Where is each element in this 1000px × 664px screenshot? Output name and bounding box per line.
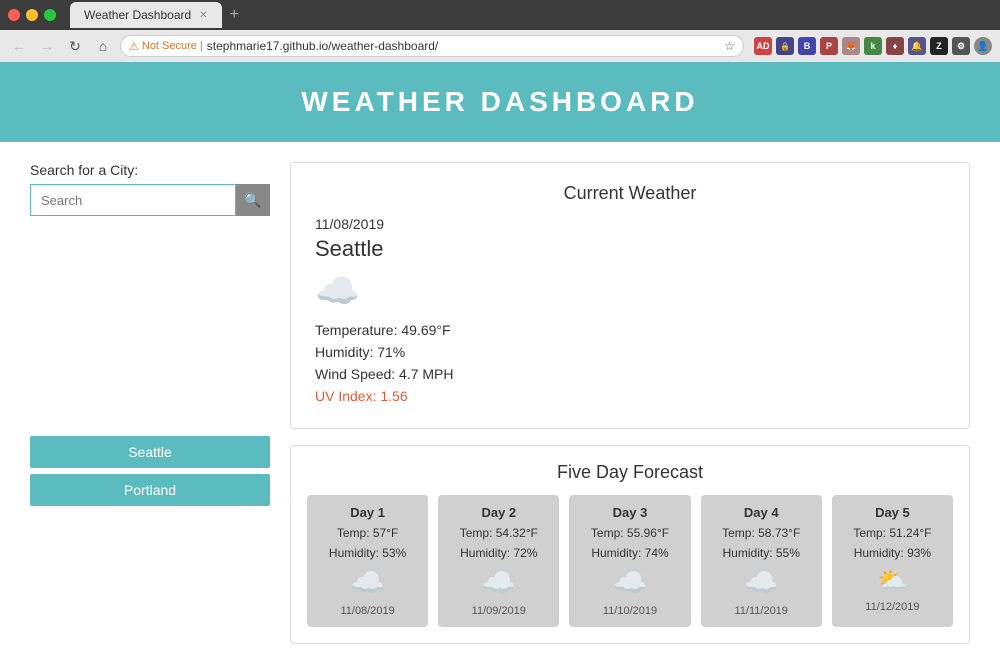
day2-icon: ☁️	[481, 566, 516, 599]
ext-icon-7[interactable]: ♦	[886, 37, 904, 55]
minimize-dot[interactable]	[26, 9, 38, 21]
nav-bar: ← → ↻ ⌂ ⚠ Not Secure | stephmarie17.gith…	[0, 30, 1000, 62]
tab-title: Weather Dashboard	[84, 8, 191, 22]
left-panel: Search for a City: 🔍 Seattle Portland	[30, 162, 270, 644]
day2-date: 11/09/2019	[472, 605, 526, 617]
security-badge: ⚠ Not Secure |	[129, 40, 203, 53]
maximize-dot[interactable]	[44, 9, 56, 21]
right-panel: Current Weather 11/08/2019 Seattle ☁️ Te…	[290, 162, 970, 644]
new-tab-button[interactable]: +	[230, 6, 239, 24]
day5-icon: ⛅	[877, 566, 907, 595]
home-button[interactable]: ⌂	[92, 35, 114, 57]
day4-temp: Temp: 58.73°F	[722, 526, 800, 540]
forecast-cards: Day 1 Temp: 57°F Humidity: 53% ☁️ 11/08/…	[307, 495, 953, 627]
search-row: 🔍	[30, 184, 270, 216]
day1-temp: Temp: 57°F	[337, 526, 399, 540]
weather-date: 11/08/2019	[315, 216, 945, 232]
ext-icon-9[interactable]: Z	[930, 37, 948, 55]
day3-label: Day 3	[613, 505, 648, 520]
day3-humidity: Humidity: 74%	[591, 546, 668, 560]
profile-icon[interactable]: 👤	[974, 37, 992, 55]
day2-label: Day 2	[481, 505, 516, 520]
ext-icon-2[interactable]: 🔒	[776, 37, 794, 55]
city-item-portland[interactable]: Portland	[30, 474, 270, 506]
ext-icon-5[interactable]: 🦊	[842, 37, 860, 55]
forecast-box: Five Day Forecast Day 1 Temp: 57°F Humid…	[290, 445, 970, 644]
day3-temp: Temp: 55.96°F	[591, 526, 669, 540]
search-input[interactable]	[30, 184, 236, 216]
app-title: WEATHER DASHBOARD	[301, 86, 698, 117]
day4-label: Day 4	[744, 505, 779, 520]
current-weather-box: Current Weather 11/08/2019 Seattle ☁️ Te…	[290, 162, 970, 429]
day4-date: 11/11/2019	[735, 605, 788, 617]
warning-icon: ⚠	[129, 40, 139, 53]
reload-button[interactable]: ↻	[64, 35, 86, 57]
weather-wind-speed: Wind Speed: 4.7 MPH	[315, 366, 945, 382]
extension-icons: AD 🔒 B P 🦊 k ♦ 🔔 Z ⚙ 👤	[754, 37, 992, 55]
url-text: stephmarie17.github.io/weather-dashboard…	[207, 39, 720, 53]
forecast-day-4: Day 4 Temp: 58.73°F Humidity: 55% ☁️ 11/…	[701, 495, 822, 627]
app-header: WEATHER DASHBOARD	[0, 62, 1000, 142]
day3-icon: ☁️	[613, 566, 648, 599]
ext-icon-3[interactable]: B	[798, 37, 816, 55]
day1-label: Day 1	[350, 505, 385, 520]
day1-humidity: Humidity: 53%	[329, 546, 406, 560]
day1-icon: ☁️	[350, 566, 385, 599]
day5-humidity: Humidity: 93%	[854, 546, 931, 560]
day1-date: 11/08/2019	[340, 605, 394, 617]
day5-temp: Temp: 51.24°F	[853, 526, 931, 540]
day3-date: 11/10/2019	[603, 605, 657, 617]
forecast-day-1: Day 1 Temp: 57°F Humidity: 53% ☁️ 11/08/…	[307, 495, 428, 627]
day2-humidity: Humidity: 72%	[460, 546, 537, 560]
browser-chrome: Weather Dashboard ✕ + ← → ↻ ⌂ ⚠ Not Secu…	[0, 0, 1000, 62]
weather-humidity: Humidity: 71%	[315, 344, 945, 360]
search-label: Search for a City:	[30, 162, 270, 178]
bookmark-icon[interactable]: ☆	[724, 39, 735, 53]
search-button[interactable]: 🔍	[236, 184, 270, 216]
day2-temp: Temp: 54.32°F	[460, 526, 538, 540]
tab-close-icon[interactable]: ✕	[199, 10, 207, 21]
weather-city: Seattle	[315, 236, 945, 262]
close-dot[interactable]	[8, 9, 20, 21]
active-tab[interactable]: Weather Dashboard ✕	[70, 2, 222, 28]
window-controls	[8, 9, 56, 21]
ext-icon-10[interactable]: ⚙	[952, 37, 970, 55]
ext-icon-4[interactable]: P	[820, 37, 838, 55]
forecast-day-3: Day 3 Temp: 55.96°F Humidity: 74% ☁️ 11/…	[569, 495, 690, 627]
day4-humidity: Humidity: 55%	[723, 546, 800, 560]
security-label: Not Secure	[142, 40, 197, 52]
city-list: Seattle Portland	[30, 436, 270, 506]
forecast-day-2: Day 2 Temp: 54.32°F Humidity: 72% ☁️ 11/…	[438, 495, 559, 627]
day4-icon: ☁️	[744, 566, 779, 599]
app-body: Search for a City: 🔍 Seattle Portland Cu…	[0, 142, 1000, 664]
ext-icon-1[interactable]: AD	[754, 37, 772, 55]
forecast-title: Five Day Forecast	[307, 462, 953, 483]
separator: |	[200, 40, 203, 52]
back-button[interactable]: ←	[8, 35, 30, 57]
forward-button[interactable]: →	[36, 35, 58, 57]
day5-label: Day 5	[875, 505, 910, 520]
forecast-day-5: Day 5 Temp: 51.24°F Humidity: 93% ⛅ 11/1…	[832, 495, 953, 627]
weather-uv-index: UV Index: 1.56	[315, 388, 945, 404]
tab-bar: Weather Dashboard ✕ +	[0, 0, 1000, 30]
weather-temperature: Temperature: 49.69°F	[315, 322, 945, 338]
search-icon: 🔍	[244, 192, 261, 209]
day5-date: 11/12/2019	[865, 601, 919, 613]
current-weather-icon: ☁️	[315, 270, 945, 312]
url-bar[interactable]: ⚠ Not Secure | stephmarie17.github.io/we…	[120, 35, 744, 57]
ext-icon-6[interactable]: k	[864, 37, 882, 55]
ext-icon-8[interactable]: 🔔	[908, 37, 926, 55]
city-item-seattle[interactable]: Seattle	[30, 436, 270, 468]
current-weather-title: Current Weather	[315, 183, 945, 204]
